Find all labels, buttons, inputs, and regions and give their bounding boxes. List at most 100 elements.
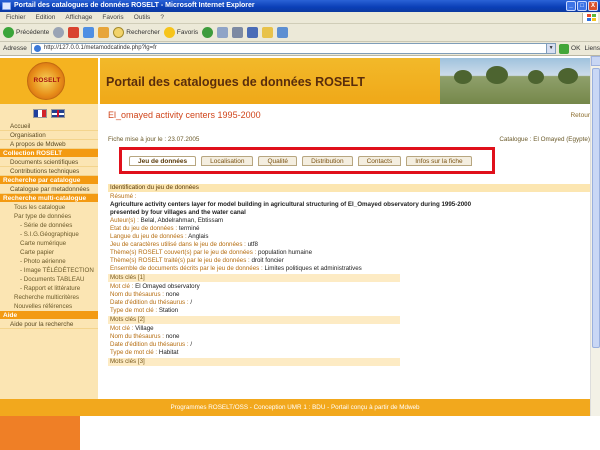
menu-help[interactable]: ? <box>160 14 164 21</box>
back-arrow-icon <box>3 27 14 38</box>
sidebar-item[interactable]: - Série de données <box>0 221 98 230</box>
address-label: Adresse <box>3 45 27 52</box>
sidebar-item[interactable]: Aide pour la recherche <box>0 320 98 329</box>
search-label: Rechercher <box>126 29 160 36</box>
kw1-type-value: Station <box>158 307 179 314</box>
kw1-word-label: Mot clé : <box>110 283 134 290</box>
logo-area: ROSELT <box>0 58 100 104</box>
roselt-logo[interactable]: ROSELT <box>27 62 65 100</box>
sidebar-item[interactable]: Documents scientifiques <box>0 158 98 167</box>
charset-value: utf8 <box>247 241 258 248</box>
sidebar-item[interactable]: Organisation <box>0 131 98 140</box>
sidebar-item[interactable]: - S.I.G.Géographique <box>0 230 98 239</box>
maximize-button[interactable]: □ <box>577 1 587 11</box>
search-button[interactable]: Rechercher <box>113 27 160 38</box>
links-label[interactable]: Liens <box>584 45 600 52</box>
favorites-label: Favoris <box>176 29 199 36</box>
theme2-label: Thème(s) ROSELT traité(s) par le jeu de … <box>110 257 250 264</box>
close-button[interactable]: X <box>588 1 598 11</box>
go-arrow-icon <box>559 43 570 54</box>
kw1-word-value: El Omayed observatory <box>135 283 200 290</box>
tab-dataset[interactable]: Jeu de données <box>129 156 197 166</box>
page-title: El_omayed activity centers 1995-2000 <box>108 110 261 120</box>
sidebar-item[interactable]: Accueil <box>0 122 98 131</box>
sidebar-item[interactable]: - Photo aérienne <box>0 257 98 266</box>
home-icon[interactable] <box>98 27 110 38</box>
sidebar-item[interactable]: - Image TÉLÉDÉTECTION <box>0 266 98 275</box>
sidebar: Accueil Organisation A propos de Mdweb Coll… <box>0 104 100 416</box>
messenger-icon[interactable] <box>277 27 289 38</box>
menu-view[interactable]: Affichage <box>65 14 92 21</box>
history-icon[interactable] <box>202 27 214 38</box>
folder-icon[interactable] <box>262 27 274 38</box>
kw1-date-label: Date d'édition du thésaurus : <box>110 299 189 306</box>
address-url: http://127.0.0.1/metamodcatinde.php?lg=f… <box>43 45 157 51</box>
resume-label: Résumé : <box>110 193 137 200</box>
language-flags <box>0 104 98 122</box>
go-button[interactable]: OK <box>559 43 580 54</box>
scroll-up-arrow[interactable] <box>591 56 600 66</box>
theme2-value: droit foncier <box>251 257 284 264</box>
sidebar-heading: Collection ROSELT <box>0 149 98 158</box>
stop-icon[interactable] <box>68 27 80 38</box>
resume-text-2: presented by four villages and the water… <box>110 209 246 216</box>
sidebar-item[interactable]: Carte numérique <box>0 239 98 248</box>
limits-label: Ensemble de documents décrits par le jeu… <box>110 265 263 272</box>
windows-logo-icon <box>582 13 598 23</box>
sidebar-item[interactable]: Recherche multicritères <box>0 293 98 302</box>
status-label: Etat du jeu de données : <box>110 225 178 232</box>
menu-file[interactable]: Fichier <box>6 14 26 21</box>
dataset-details: Identification du jeu de données Résumé … <box>108 184 590 412</box>
tab-record-info[interactable]: Infos sur la fiche <box>406 156 472 166</box>
kw2-thesaurus-value: none <box>165 333 180 340</box>
print-icon[interactable] <box>232 27 244 38</box>
french-flag-icon[interactable] <box>33 108 47 118</box>
site-footer: Programmes ROSELT/OSS - Conception UMR 1… <box>0 399 590 416</box>
tab-contacts[interactable]: Contacts <box>357 156 402 166</box>
address-bar: Adresse http://127.0.0.1/metamodcatinde.… <box>0 42 600 56</box>
sidebar-heading: Aide <box>0 311 98 320</box>
author-value: Belal, Abdelrahman, Ebtissam <box>140 217 224 224</box>
tab-distribution[interactable]: Distribution <box>302 156 353 166</box>
back-link[interactable]: Retour <box>570 112 590 119</box>
status-value: terminé <box>178 225 200 232</box>
sidebar-item[interactable]: Carte papier <box>0 248 98 257</box>
sidebar-item[interactable]: A propos de Mdweb <box>0 140 98 149</box>
tab-bar: Jeu de données Localisation Qualité Dist… <box>129 156 472 166</box>
sidebar-item[interactable]: Nouvelles références <box>0 302 98 311</box>
sidebar-item[interactable]: Catalogue par metadonnées <box>0 185 98 194</box>
theme-label: Thème(s) ROSELT couvert(s) par le jeu de… <box>110 249 257 256</box>
sidebar-item[interactable]: - Documents TABLEAU <box>0 275 98 284</box>
uk-flag-icon[interactable] <box>51 108 65 118</box>
menu-favorites[interactable]: Favoris <box>102 14 123 21</box>
keywords-3-header: Mots clés [3] <box>108 358 400 366</box>
kw2-type-label: Type de mot clé : <box>110 349 158 356</box>
sidebar-item[interactable]: Contributions techniques <box>0 167 98 176</box>
menu-tools[interactable]: Outils <box>134 14 151 21</box>
refresh-icon[interactable] <box>83 27 95 38</box>
tab-quality[interactable]: Qualité <box>258 156 298 166</box>
address-dropdown[interactable]: ▼ <box>546 43 557 54</box>
banner-title: Portail des catalogues de données ROSELT <box>106 75 365 89</box>
menu-edit[interactable]: Edition <box>36 14 56 21</box>
keywords-2-header: Mots clés [2] <box>108 316 400 324</box>
landscape-photo <box>440 58 590 104</box>
edit-icon[interactable] <box>247 27 259 38</box>
kw1-thesaurus-value: none <box>165 291 180 298</box>
address-input[interactable]: http://127.0.0.1/metamodcatinde.php?lg=f… <box>30 43 548 54</box>
forward-button[interactable] <box>53 27 65 38</box>
sidebar-item[interactable]: Tous les catalogue <box>0 203 98 212</box>
keywords-1-header: Mots clés [1] <box>108 274 400 282</box>
back-button[interactable]: Précédente <box>3 27 49 38</box>
minimize-button[interactable]: _ <box>566 1 576 11</box>
sidebar-item[interactable]: - Rapport et littérature <box>0 284 98 293</box>
vertical-scrollbar[interactable] <box>590 56 600 416</box>
sidebar-item[interactable]: Par type de données <box>0 212 98 221</box>
tab-location[interactable]: Localisation <box>201 156 254 166</box>
star-icon <box>163 27 175 38</box>
scroll-thumb[interactable] <box>592 68 600 348</box>
catalogue-name: Catalogue : El Omayed (Egypte) <box>499 136 590 143</box>
charset-label: Jeu de caractères utilisé dans le jeu de… <box>110 241 246 248</box>
favorites-button[interactable]: Favoris <box>163 27 199 38</box>
mail-icon[interactable] <box>217 27 229 38</box>
